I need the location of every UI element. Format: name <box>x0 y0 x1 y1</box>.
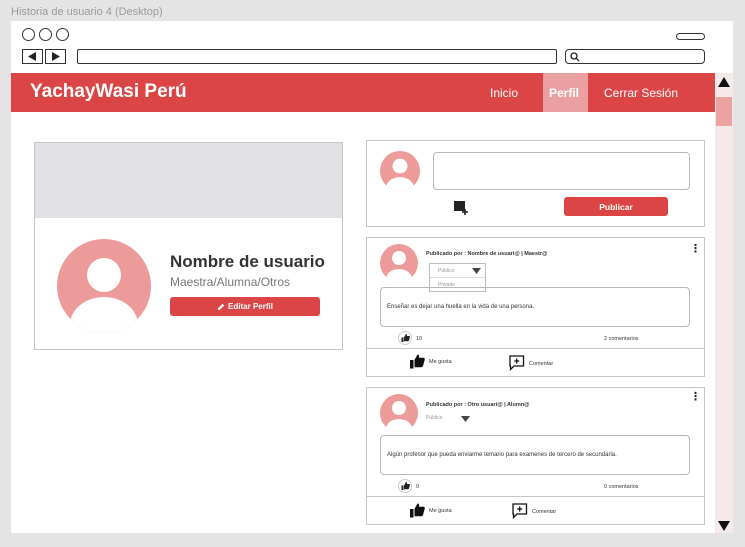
like-count: 10 <box>416 336 423 342</box>
comment-button[interactable]: Comentar <box>509 355 569 371</box>
browser-menu-button[interactable] <box>676 33 705 40</box>
address-bar[interactable] <box>77 49 557 64</box>
post-text: Enseñar es dejar una huella en la vida d… <box>380 287 690 327</box>
visibility-option-publico[interactable]: Público <box>438 268 454 274</box>
visibility-dropdown[interactable]: Público <box>426 414 476 424</box>
window-close-button[interactable] <box>22 28 35 41</box>
chevron-down-icon <box>461 416 470 422</box>
forward-button[interactable] <box>45 49 66 64</box>
comment-button[interactable]: Comentar <box>512 503 572 519</box>
profile-name: Nombre de usuario <box>170 252 325 271</box>
search-icon <box>570 52 580 62</box>
comment-count[interactable]: 0 comentarios <box>604 484 639 490</box>
app-header: YachayWasi Perú Inicio Perfil Cerrar Ses… <box>11 73 715 112</box>
like-icon <box>398 479 412 493</box>
like-label: Me gusta <box>429 359 452 365</box>
like-icon <box>398 331 412 345</box>
browser-search-bar[interactable] <box>565 49 705 64</box>
back-button[interactable] <box>22 49 43 64</box>
more-options-icon[interactable]: ⋮ <box>690 392 701 403</box>
user-icon <box>70 258 138 333</box>
scrollbar-thumb[interactable] <box>716 97 732 126</box>
comment-label: Comentar <box>529 361 554 367</box>
like-button[interactable]: Me gusta <box>410 354 470 370</box>
scroll-down-icon[interactable] <box>718 521 730 531</box>
edit-profile-button[interactable]: Editar Perfil <box>170 297 320 316</box>
more-options-icon[interactable]: ⋮ <box>690 244 701 255</box>
post-card: Publicado por : Nombre de usuari@ | Maes… <box>366 237 705 377</box>
post-author: Publicado por : Otro usuari@ | Alumn@ <box>426 402 530 408</box>
profile-avatar <box>57 239 151 333</box>
page-caption: Historia de usuario 4 (Desktop) <box>11 6 163 18</box>
like-button[interactable]: Me gusta <box>410 503 470 519</box>
image-plus-icon[interactable] <box>454 201 468 215</box>
profile-card: Nombre de usuario Maestra/Alumna/Otros E… <box>34 142 343 350</box>
nav-cerrar-sesion[interactable]: Cerrar Sesión <box>604 86 678 100</box>
profile-role: Maestra/Alumna/Otros <box>170 275 291 289</box>
visibility-selected[interactable]: Público <box>426 415 442 421</box>
composer-card: Publicar <box>366 140 705 227</box>
window-maximize-button[interactable] <box>56 28 69 41</box>
profile-cover <box>35 143 342 218</box>
nav-inicio[interactable]: Inicio <box>490 86 518 100</box>
publish-button[interactable]: Publicar <box>564 197 668 216</box>
comment-plus-icon <box>512 503 528 519</box>
scrollbar[interactable] <box>715 73 733 533</box>
scroll-up-icon[interactable] <box>718 77 730 87</box>
brand-logo-text[interactable]: YachayWasi Perú <box>30 81 187 103</box>
user-icon <box>386 251 412 282</box>
post-divider <box>367 496 704 497</box>
pencil-icon <box>218 303 225 310</box>
comment-plus-icon <box>509 355 525 371</box>
thumbs-up-icon <box>410 354 425 369</box>
post-author-avatar <box>380 394 418 432</box>
composer-input[interactable] <box>433 152 690 190</box>
arrow-left-icon <box>28 52 36 61</box>
post-text: Algún profesor que pueda enviarme temari… <box>380 435 690 475</box>
browser-window: YachayWasi Perú Inicio Perfil Cerrar Ses… <box>11 21 733 533</box>
edit-profile-label: Editar Perfil <box>228 302 273 311</box>
user-icon <box>386 401 412 432</box>
post-author: Publicado por : Nombre de usuari@ | Maes… <box>426 251 548 257</box>
arrow-right-icon <box>52 52 60 61</box>
visibility-selected[interactable]: Público <box>430 264 485 278</box>
chevron-down-icon <box>472 268 481 274</box>
like-count: 0 <box>416 484 420 490</box>
comment-count[interactable]: 2 comentarios <box>604 336 639 342</box>
window-minimize-button[interactable] <box>39 28 52 41</box>
post-author-avatar <box>380 244 418 282</box>
thumbs-up-icon <box>410 503 425 518</box>
nav-perfil[interactable]: Perfil <box>549 86 579 100</box>
composer-avatar <box>380 151 420 191</box>
post-card: Publicado por : Otro usuari@ | Alumn@ ⋮ … <box>366 387 705 525</box>
like-label: Me gusta <box>429 508 452 514</box>
comment-label: Comentar <box>532 509 557 515</box>
post-divider <box>367 348 704 349</box>
user-icon <box>386 158 414 191</box>
